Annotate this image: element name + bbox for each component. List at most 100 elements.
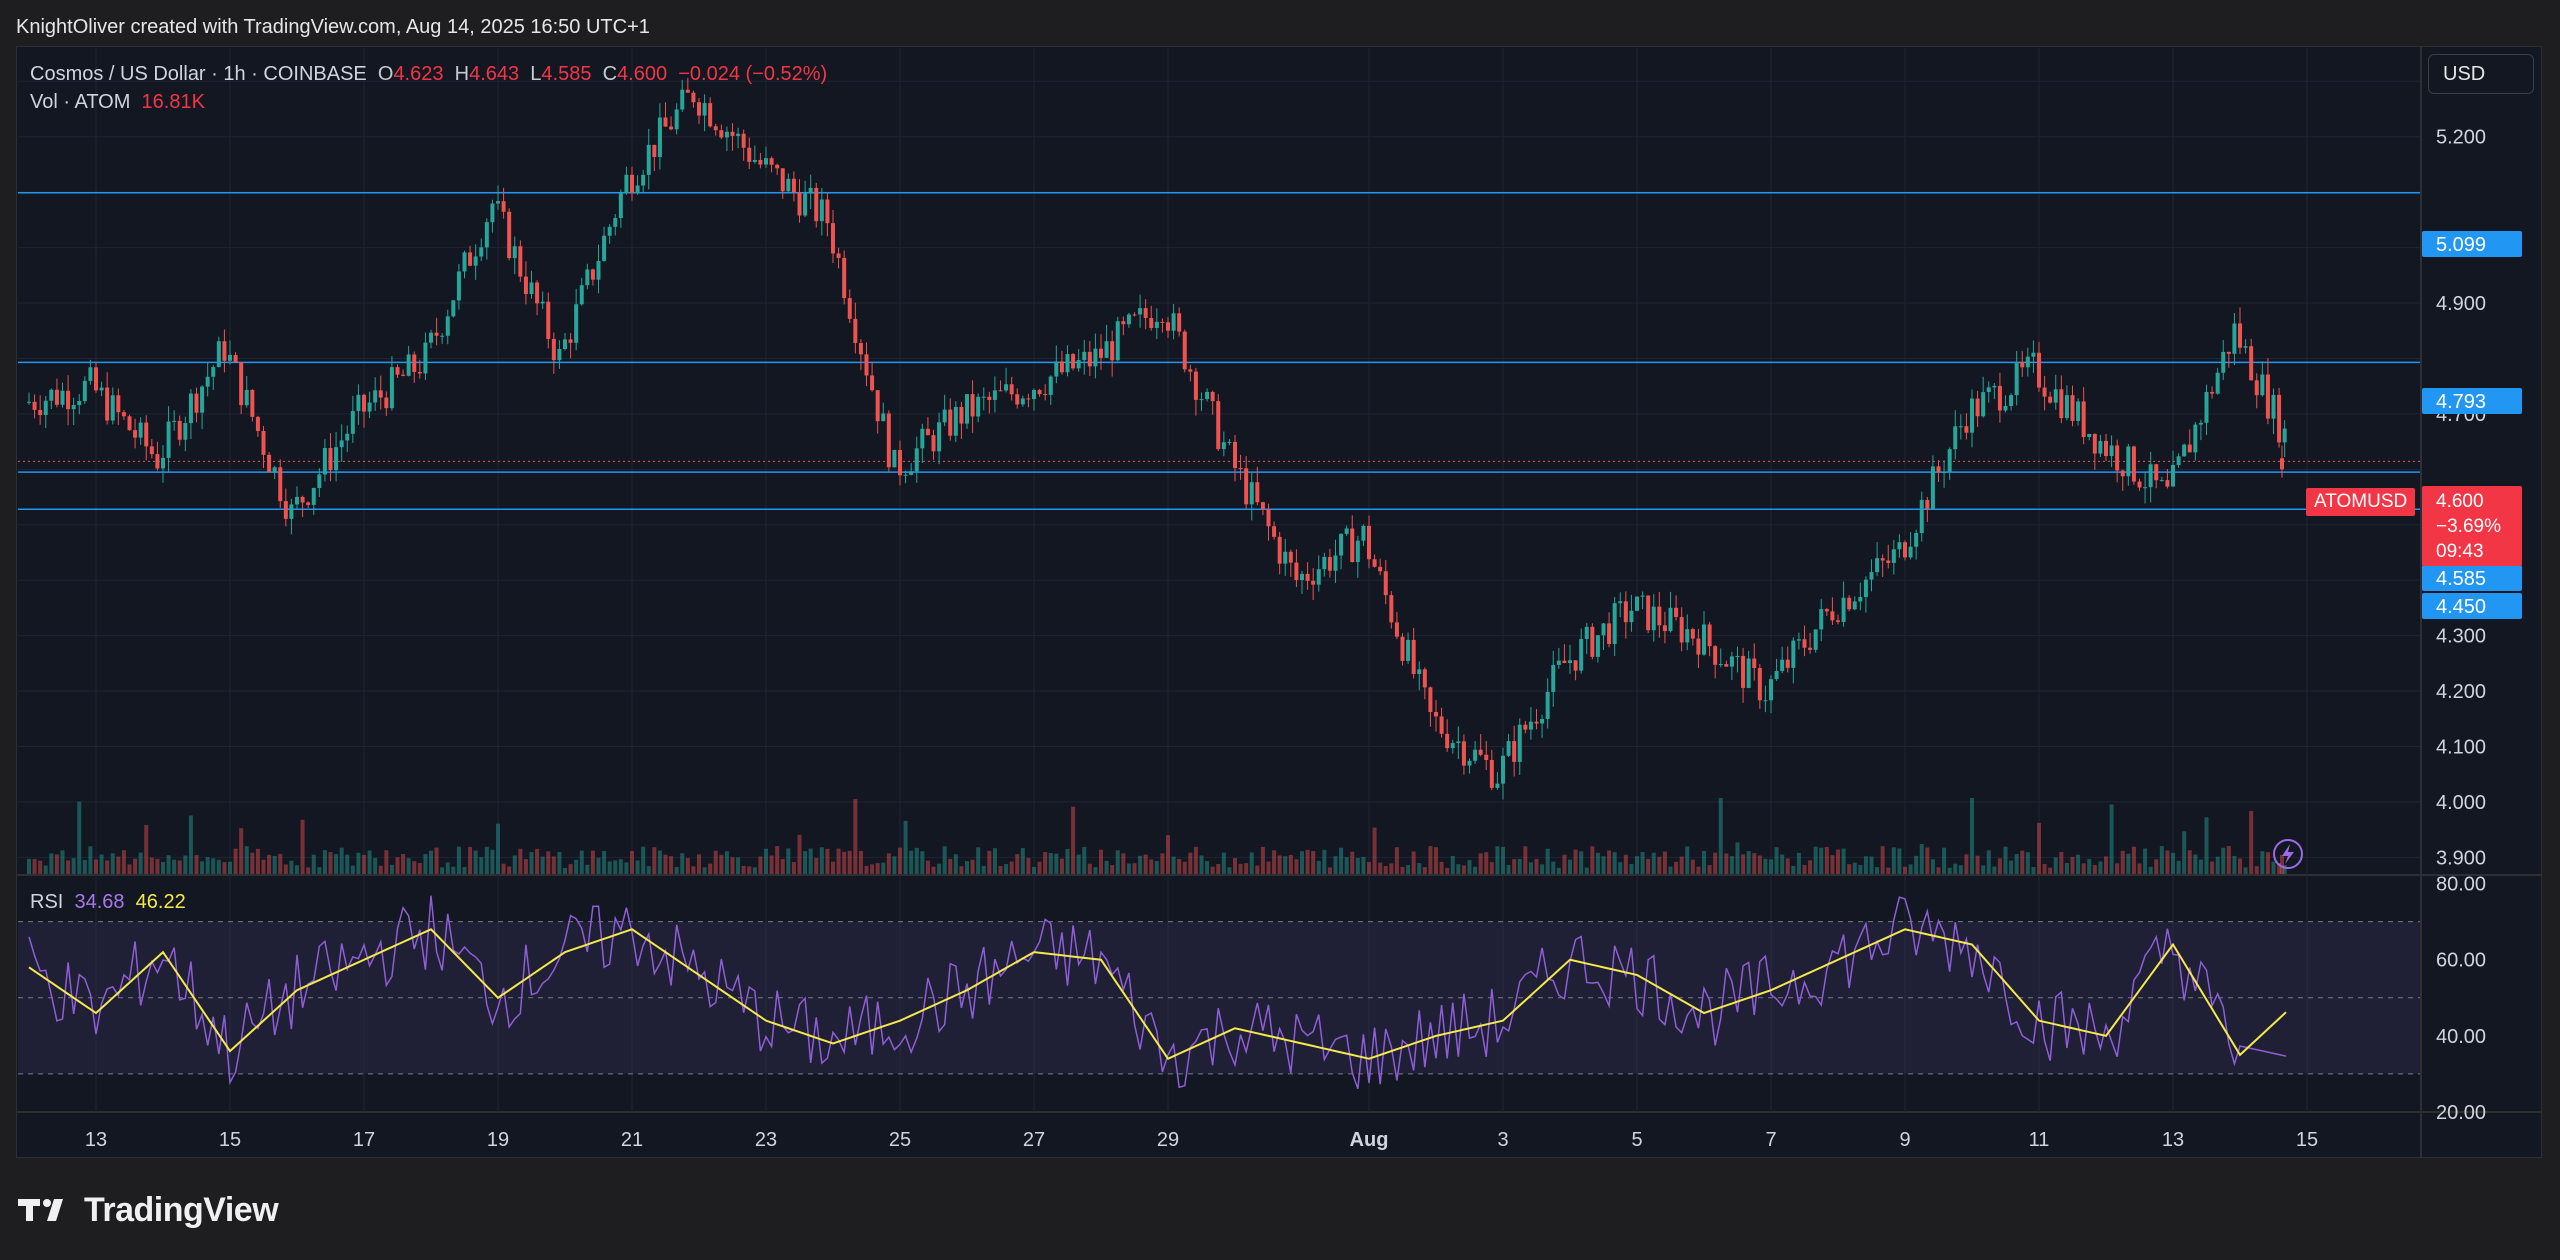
candle-body <box>1623 601 1628 623</box>
candle-body <box>1618 601 1623 604</box>
currency-selector[interactable]: USD <box>2428 54 2534 94</box>
low-value: 4.585 <box>541 63 592 85</box>
candle-body <box>786 178 791 192</box>
volume-bar <box>1154 860 1159 874</box>
volume-bar <box>1283 856 1288 874</box>
symbol-label[interactable]: Cosmos / US Dollar · 1h · COINBASE <box>30 63 367 85</box>
volume-bar <box>1914 855 1919 874</box>
volume-bar <box>685 857 690 874</box>
volume-bar <box>501 863 506 874</box>
candle-body <box>1947 449 1952 473</box>
candle-body <box>1071 354 1076 369</box>
volume-bar <box>412 861 417 874</box>
volume-bar <box>641 846 646 874</box>
candle-body <box>2204 392 2209 423</box>
candle-body <box>177 420 182 440</box>
candle-body <box>1607 623 1612 644</box>
volume-bar <box>1233 858 1237 874</box>
candle-body <box>1327 556 1332 571</box>
candle-body <box>775 164 780 169</box>
candle-body <box>563 339 567 350</box>
volume-bar <box>2014 854 2019 874</box>
volume-bar <box>362 854 366 874</box>
candle-body <box>261 430 266 455</box>
candle-body <box>1746 658 1751 688</box>
volume-bar <box>1970 797 1974 874</box>
volume-bar <box>1411 851 1416 874</box>
candle-body <box>211 367 216 377</box>
candle-body <box>736 133 741 136</box>
volume-bar <box>211 858 216 874</box>
candle-body <box>1635 596 1639 611</box>
price-chart[interactable]: 5.3005.2005.0004.9004.7004.3004.2004.100… <box>0 0 2560 1260</box>
candle-body <box>2025 356 2030 368</box>
volume-bar <box>1059 858 1064 874</box>
volume-bar <box>1869 856 1874 874</box>
volume-bar <box>1690 859 1695 874</box>
candle-body <box>501 201 506 212</box>
volume-bar <box>1819 847 1824 874</box>
rsi-label[interactable]: RSI <box>30 891 63 913</box>
volume-bar <box>1093 867 1098 874</box>
volume-bar <box>2104 856 2108 874</box>
volume-bar <box>2165 850 2170 874</box>
candle-body <box>1813 629 1818 650</box>
volume-bar <box>1540 864 1545 874</box>
candle-body <box>1690 629 1695 639</box>
candle-body <box>590 269 595 280</box>
volume-bar <box>1316 860 1321 874</box>
current-price-label: 4.600 −3.69% 09:43 <box>2422 486 2522 566</box>
volume-bar <box>987 850 992 874</box>
high-label: H <box>454 63 470 85</box>
volume-bar <box>909 850 914 874</box>
volume-bar <box>992 848 997 874</box>
candle-body <box>138 422 143 438</box>
candle-body <box>401 374 406 376</box>
candle-body <box>1584 626 1589 640</box>
candle-body <box>2221 351 2226 373</box>
candle-body <box>1394 622 1399 637</box>
candle-body <box>239 362 244 406</box>
candle-body <box>2031 352 2036 357</box>
volume-bar <box>898 847 902 874</box>
volume-bar <box>216 859 221 874</box>
volume-bar <box>563 867 567 874</box>
volume-bar <box>2215 856 2220 874</box>
candle-body <box>507 211 512 259</box>
volume-bar <box>920 851 925 874</box>
candle-body <box>1015 394 1020 405</box>
volume-bar <box>1852 862 1857 874</box>
candle-body <box>1020 398 1025 405</box>
brand-logo[interactable]: TradingView <box>18 1188 279 1232</box>
candle-body <box>317 474 322 489</box>
candle-body <box>49 389 54 401</box>
candle-body <box>1936 466 1941 473</box>
candle-body <box>724 131 729 138</box>
volume-bar <box>1556 867 1561 874</box>
candle-body <box>1629 610 1634 623</box>
candle-body <box>713 126 718 131</box>
volume-bar <box>261 859 266 874</box>
volume-bar <box>881 862 886 874</box>
volume-bar <box>440 867 445 874</box>
candle-body <box>233 354 238 363</box>
candle-body <box>1579 639 1584 671</box>
candle-body <box>1205 391 1210 400</box>
open-label: O <box>377 63 394 85</box>
volume-bar <box>367 850 372 874</box>
volume-bar <box>496 823 500 874</box>
level-label: 4.793 <box>2436 391 2486 413</box>
volume-bar <box>1266 861 1271 874</box>
candle-body <box>77 400 82 406</box>
candle-body <box>870 375 875 391</box>
candle-body <box>825 199 830 224</box>
volume-bar <box>127 864 132 874</box>
volume-bar <box>1847 864 1852 874</box>
volume-label[interactable]: Vol · ATOM <box>30 91 130 113</box>
volume-bar <box>2081 863 2086 874</box>
volume-bar <box>607 861 612 874</box>
candle-body <box>535 282 540 304</box>
volume-bar <box>1942 847 1947 874</box>
candle-body <box>2282 428 2287 443</box>
candle-body <box>200 386 205 413</box>
